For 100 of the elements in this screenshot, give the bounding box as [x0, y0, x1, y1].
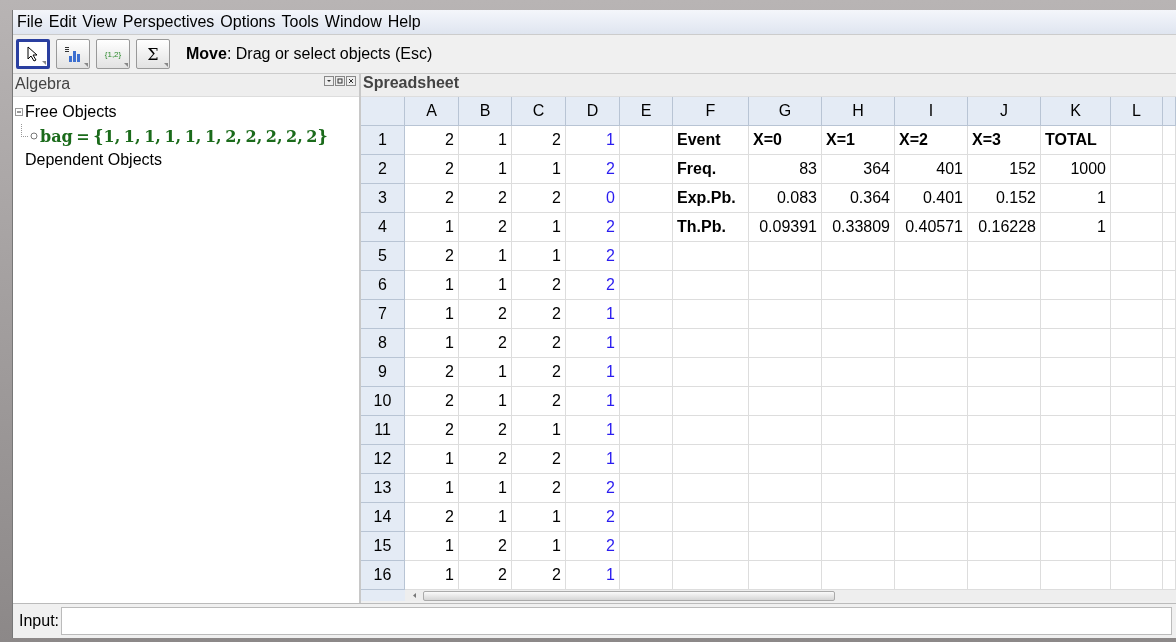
table-cell: [1111, 242, 1163, 271]
table-cell: 2: [459, 416, 512, 445]
table-cell: [1163, 329, 1176, 358]
tool-button[interactable]: {1,2}: [96, 39, 130, 69]
column-header[interactable]: K: [1041, 97, 1111, 126]
column-header[interactable]: H: [822, 97, 895, 126]
row-header[interactable]: 13: [361, 474, 405, 503]
column-header[interactable]: C: [512, 97, 566, 126]
table-cell: 0.083: [749, 184, 822, 213]
table-cell: 0.152: [968, 184, 1041, 213]
table-cell: [620, 503, 673, 532]
object-definition[interactable]: bag = {1, 1, 1, 1, 1, 1, 2, 2, 2, 2, 2}: [40, 126, 328, 146]
row-header[interactable]: 5: [361, 242, 405, 271]
row-header[interactable]: 16: [361, 561, 405, 590]
tree-group-label[interactable]: Dependent Objects: [25, 151, 162, 169]
row-header[interactable]: 7: [361, 300, 405, 329]
table-cell: 2: [405, 503, 459, 532]
column-header[interactable]: B: [459, 97, 512, 126]
table-cell: 1: [459, 271, 512, 300]
column-header[interactable]: E: [620, 97, 673, 126]
table-cell: 0.09391: [749, 213, 822, 242]
row-header[interactable]: 2: [361, 155, 405, 184]
menu-item[interactable]: Perspectives: [122, 13, 215, 31]
input-field[interactable]: [61, 607, 1172, 635]
tool-help-text: Move: Drag or select objects (Esc): [186, 45, 433, 63]
table-cell: Exp.Pb.: [673, 184, 749, 213]
table-cell: [620, 126, 673, 155]
table-cell: 1: [405, 213, 459, 242]
table-cell: [620, 329, 673, 358]
table-cell: 1: [566, 300, 620, 329]
visibility-toggle-icon[interactable]: [30, 132, 38, 140]
column-header[interactable]: A: [405, 97, 459, 126]
table-cell: 0.33809: [822, 213, 895, 242]
row-header[interactable]: 10: [361, 387, 405, 416]
collapse-icon[interactable]: [15, 108, 23, 116]
close-icon[interactable]: [346, 76, 356, 86]
table-cell: [1163, 126, 1176, 155]
table-cell: [1041, 300, 1111, 329]
row-header[interactable]: 4: [361, 213, 405, 242]
table-cell: 1: [512, 242, 566, 271]
table-cell: [1041, 445, 1111, 474]
menu-item[interactable]: Help: [387, 13, 421, 31]
tool-button[interactable]: Σ: [136, 39, 170, 69]
table-cell: 1: [405, 329, 459, 358]
column-header[interactable]: L: [1111, 97, 1163, 126]
table-cell: 2: [405, 416, 459, 445]
table-cell: 1: [405, 271, 459, 300]
table-cell: [1163, 213, 1176, 242]
column-header[interactable]: D: [566, 97, 620, 126]
table-cell: [1111, 329, 1163, 358]
table-cell: [1111, 358, 1163, 387]
table-cell: 1: [566, 416, 620, 445]
table-cell: [1041, 271, 1111, 300]
scrollbar-thumb[interactable]: [423, 590, 835, 601]
restore-icon[interactable]: [335, 76, 345, 86]
menu-item[interactable]: File: [17, 13, 43, 31]
row-header[interactable]: 3: [361, 184, 405, 213]
row-header[interactable]: 11: [361, 416, 405, 445]
table-cell: 2: [566, 213, 620, 242]
table-cell: 401: [895, 155, 968, 184]
table-cell: 2: [405, 358, 459, 387]
corner-cell[interactable]: [361, 97, 405, 126]
menu-item[interactable]: Tools: [281, 13, 319, 31]
table-cell: 2: [512, 445, 566, 474]
table-cell: Freq.: [673, 155, 749, 184]
table-cell: [1163, 358, 1176, 387]
table-cell: 1: [566, 387, 620, 416]
menu-item[interactable]: Edit: [48, 13, 77, 31]
menu-item[interactable]: Window: [324, 13, 382, 31]
table-cell: [1041, 532, 1111, 561]
tool-button[interactable]: [56, 39, 90, 69]
row-header[interactable]: 1: [361, 126, 405, 155]
table-cell: [1111, 416, 1163, 445]
tool-button[interactable]: [16, 39, 50, 69]
column-header[interactable]: F: [673, 97, 749, 126]
tree-group-label[interactable]: Free Objects: [25, 103, 117, 121]
table-cell: X=2: [895, 126, 968, 155]
table-cell: 1: [459, 474, 512, 503]
table-cell: [620, 271, 673, 300]
table-cell: 2: [512, 358, 566, 387]
table-cell: 1: [459, 358, 512, 387]
column-header[interactable]: I: [895, 97, 968, 126]
row-header[interactable]: 6: [361, 271, 405, 300]
table-cell: [1111, 387, 1163, 416]
table-cell: [1163, 155, 1176, 184]
column-header[interactable]: J: [968, 97, 1041, 126]
row-header[interactable]: 15: [361, 532, 405, 561]
table-cell: 1: [405, 445, 459, 474]
menu-item[interactable]: View: [82, 13, 117, 31]
menu-icon[interactable]: [324, 76, 334, 86]
row-header[interactable]: 12: [361, 445, 405, 474]
row-header[interactable]: 8: [361, 329, 405, 358]
scroll-left-icon[interactable]: [411, 591, 419, 600]
row-header[interactable]: 9: [361, 358, 405, 387]
row-header[interactable]: 14: [361, 503, 405, 532]
column-header[interactable]: G: [749, 97, 822, 126]
menu-item[interactable]: Options: [220, 13, 276, 31]
table-cell: [620, 445, 673, 474]
table-cell: Event: [673, 126, 749, 155]
table-cell: 2: [512, 387, 566, 416]
